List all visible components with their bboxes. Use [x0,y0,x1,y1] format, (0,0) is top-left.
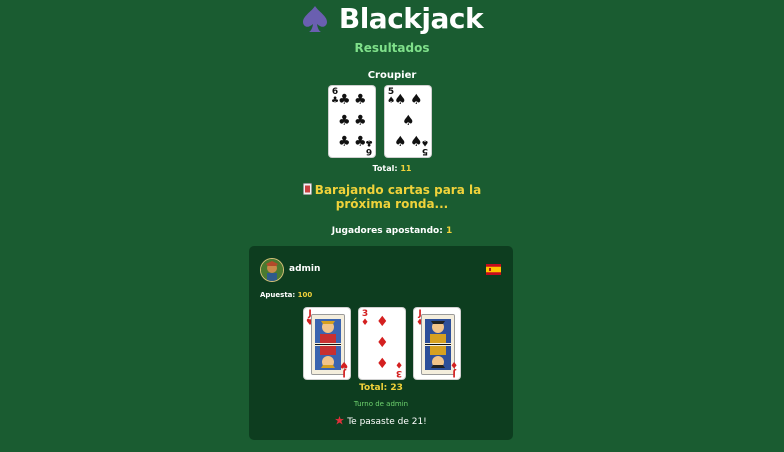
club-icon: ♣ [364,137,373,147]
card-corner-bottom: 5 ♠ [420,137,429,156]
bet-row: Apuesta: 100 [260,291,312,299]
bust-message: Te pasaste de 21! [249,416,513,427]
bust-text: Te pasaste de 21! [347,417,427,427]
dealer-total: Total: 11 [0,164,784,173]
card-corner-bottom: 6 ♣ [364,137,373,156]
card-rank: J [342,368,346,378]
player-panel: admin Apuesta: 100 J ♥ [249,246,513,440]
club-icon: ♣ [338,92,351,108]
diamond-icon: ♦ [376,335,389,351]
dealer-total-value: 11 [400,164,412,173]
card-corner-bottom: 3 ♦ [394,359,403,378]
diamond-icon: ♦ [394,359,403,369]
spade-icon [302,5,327,32]
club-icon: ♣ [338,113,351,129]
player-card-three-of-diamonds: 3 ♦ ♦ ♦ ♦ 3 ♦ [359,308,405,379]
bettors-count: Jugadores apostando: 1 [0,226,784,236]
dealer-card-five-of-spades: 5 ♠ ♠ ♠ ♠ ♠ ♠ 5 ♠ [385,86,431,157]
card-corner-bottom: J ♥ [339,359,348,378]
spade-icon: ♠ [394,134,407,150]
spade-icon: ♠ [420,137,429,147]
player-card-jack-of-diamonds: J ♦ J ♦ [414,308,460,379]
diamond-icon: ♦ [376,314,389,330]
card-rank: 3 [395,368,403,378]
app-title: Blackjack [338,2,484,35]
diamond-icon: ♦ [376,356,389,372]
bet-label: Apuesta: [260,291,296,299]
card-rank: 5 [421,146,429,156]
diamond-icon: ♦ [449,359,458,369]
diamond-icon: ♦ [361,318,370,328]
player-name: admin [289,264,321,274]
dealer-hand: 6 ♣ ♣ ♣ ♣ ♣ ♣ ♣ 6 ♣ 5 ♠ ♠ ♠ ♠ ♠ ♠ 5 ♠ [329,86,431,157]
turn-indicator: Turno de admin [353,400,409,408]
bettors-label: Jugadores apostando: [331,226,443,236]
card-corner-bottom: J ♦ [449,359,458,378]
player-total-value: 23 [390,383,403,393]
club-icon: ♣ [354,113,367,129]
explosion-icon [335,416,345,425]
shuffle-line-2: próxima ronda... [335,197,449,211]
spade-icon: ♠ [410,92,423,108]
player-hand: J ♥ J ♥ [304,308,460,379]
club-icon: ♣ [338,134,351,150]
dealer-total-label: Total: [372,164,398,173]
bettors-value: 1 [445,226,453,236]
avatar-icon [260,258,284,282]
club-icon: ♣ [354,92,367,108]
card-rank: 6 [365,146,373,156]
spade-icon: ♠ [402,113,415,129]
player-total-label: Total: [359,383,388,393]
card-icon [302,183,312,195]
shuffle-line-1: Barajando cartas para la [314,183,482,197]
spade-icon: ♠ [394,92,407,108]
results-heading: Resultados [354,41,430,55]
spain-flag-icon [486,264,501,275]
dealer-card-six-of-clubs: 6 ♣ ♣ ♣ ♣ ♣ ♣ ♣ 6 ♣ [329,86,375,157]
player-total: Total: 23 [249,383,513,393]
player-card-jack-of-hearts: J ♥ J ♥ [304,308,350,379]
card-corner-top: 3 ♦ [361,310,369,328]
header: Blackjack [0,2,784,35]
dealer-label: Croupier [367,70,417,81]
bet-value: 100 [297,291,313,299]
card-rank: J [452,368,456,378]
shuffle-message: Barajando cartas para la próxima ronda..… [292,183,492,211]
heart-icon: ♥ [339,359,348,369]
